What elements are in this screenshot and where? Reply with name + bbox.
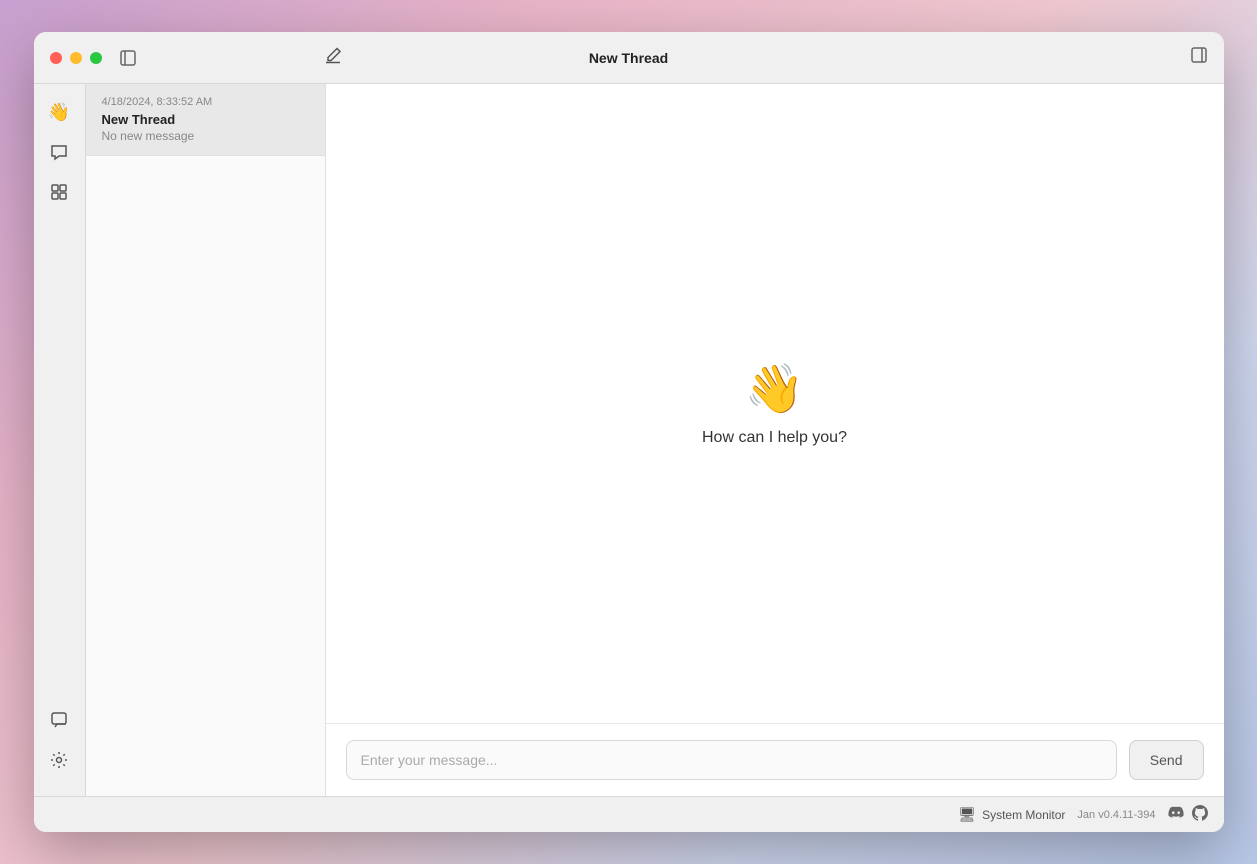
main-area: 👋 (34, 84, 1224, 796)
thread-sidebar: 4/18/2024, 8:33:52 AM New Thread No new … (86, 84, 326, 796)
icon-sidebar-bottom (43, 704, 75, 784)
thread-item-date: 4/18/2024, 8:33:52 AM (102, 96, 309, 108)
github-icon[interactable] (1192, 805, 1208, 824)
welcome-text: How can I help you? (702, 429, 847, 447)
message-input[interactable] (346, 740, 1117, 780)
input-area: Send (326, 723, 1224, 796)
monitor-icon: 🖥 (958, 806, 976, 823)
left-sidebar-toggle[interactable] (118, 48, 138, 68)
window-title: New Thread (589, 50, 668, 66)
settings-icon[interactable] (43, 744, 75, 776)
traffic-lights (50, 52, 102, 64)
social-links (1168, 805, 1208, 824)
feedback-icon[interactable] (43, 704, 75, 736)
titlebar: New Thread (34, 32, 1224, 84)
chat-area: 👋 How can I help you? Send (326, 84, 1224, 796)
chat-threads-icon[interactable] (43, 136, 75, 168)
right-sidebar-toggle[interactable] (1190, 46, 1208, 69)
thread-item-title: New Thread (102, 112, 309, 127)
send-button[interactable]: Send (1129, 740, 1204, 780)
monitor-label: System Monitor (982, 808, 1065, 822)
status-bar: 🖥 System Monitor Jan v0.4.11-394 (34, 796, 1224, 832)
close-button[interactable] (50, 52, 62, 64)
chat-messages: 👋 How can I help you? (326, 84, 1224, 723)
icon-sidebar-top: 👋 (43, 96, 75, 704)
grid-icon[interactable] (43, 176, 75, 208)
maximize-button[interactable] (90, 52, 102, 64)
icon-sidebar: 👋 (34, 84, 86, 796)
thread-item[interactable]: 4/18/2024, 8:33:52 AM New Thread No new … (86, 84, 325, 156)
discord-icon[interactable] (1168, 805, 1184, 824)
welcome-emoji: 👋 (745, 360, 805, 417)
minimize-button[interactable] (70, 52, 82, 64)
compose-button[interactable] (324, 46, 342, 69)
version-label: Jan v0.4.11-394 (1077, 809, 1155, 821)
wave-icon[interactable]: 👋 (43, 96, 75, 128)
system-monitor-item[interactable]: 🖥 System Monitor (958, 806, 1065, 823)
main-window: New Thread 👋 (34, 32, 1224, 832)
thread-item-preview: No new message (102, 129, 309, 143)
